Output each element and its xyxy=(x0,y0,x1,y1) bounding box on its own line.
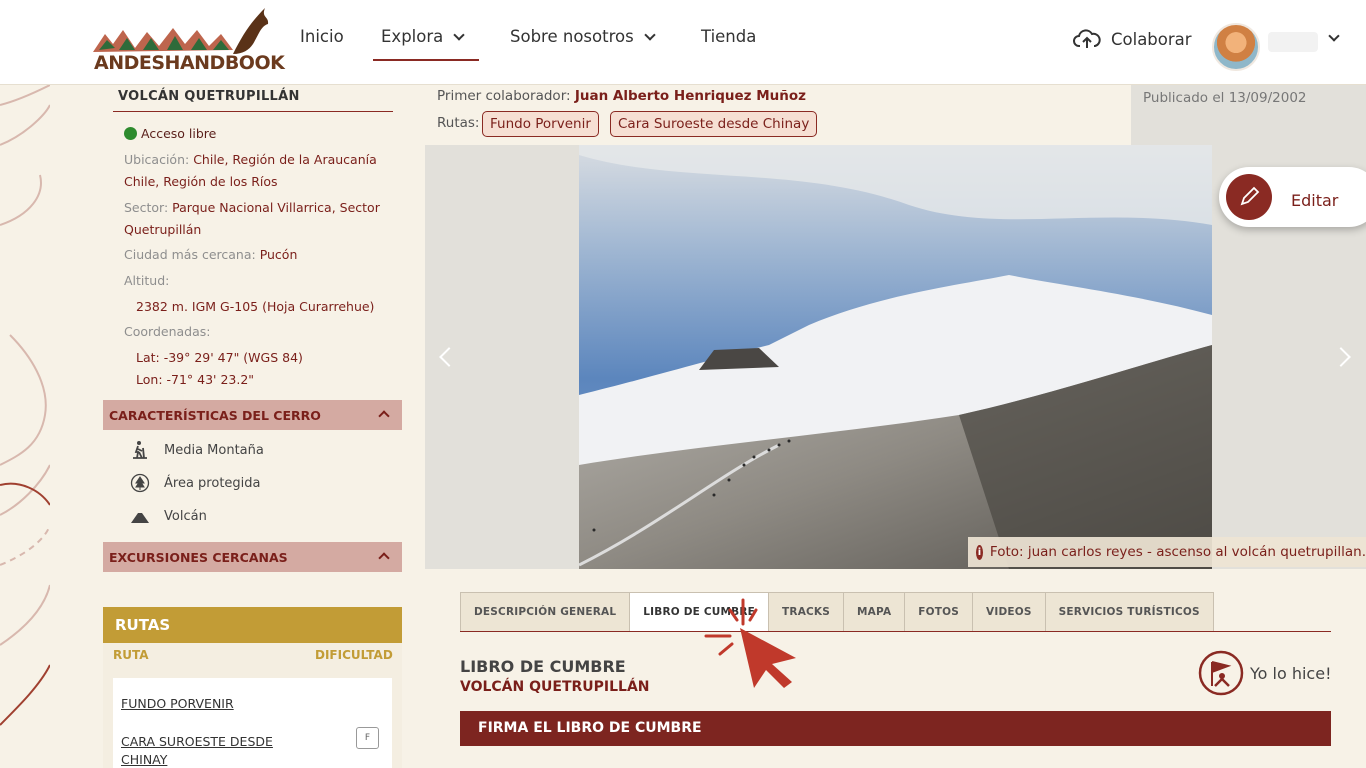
feature-label: Media Montaña xyxy=(164,442,264,458)
colaborador-line: Primer colaborador: Juan Alberto Henriqu… xyxy=(437,88,806,104)
ciudad-label: Ciudad más cercana: xyxy=(124,247,256,262)
hiker-icon xyxy=(133,441,147,459)
info-icon: i xyxy=(976,544,983,560)
tab-servicios-turisticos[interactable]: SERVICIOS TURÍSTICOS xyxy=(1044,592,1214,632)
route-chip-fundo-porvenir[interactable]: Fundo Porvenir xyxy=(482,111,599,137)
nav-sobre-nosotros[interactable]: Sobre nosotros xyxy=(510,27,656,46)
user-name-blurred[interactable] xyxy=(1268,32,1318,52)
caracteristicas-title: CARACTERÍSTICAS DEL CERRO xyxy=(109,408,321,423)
caption-text: Foto: juan carlos reyes - ascenso al vol… xyxy=(989,544,1366,560)
topographic-decoration xyxy=(0,85,50,726)
volcano-icon xyxy=(131,513,149,523)
longitude-value: Lon: -71° 43' 23.2" xyxy=(136,372,255,387)
pencil-icon xyxy=(1226,174,1272,220)
publicado-text: Publicado el 13/09/2002 xyxy=(1143,90,1307,106)
sector-label: Sector: xyxy=(124,200,169,215)
content-tabs: DESCRIPCIÓN GENERAL LIBRO DE CUMBRE TRAC… xyxy=(460,592,1214,632)
ruta-link-cara-suroeste-line1[interactable]: CARA SUROESTE DESDE xyxy=(121,733,273,751)
tab-videos[interactable]: VIDEOS xyxy=(972,592,1045,632)
feature-volcan: Volcán xyxy=(130,506,207,526)
nav-tienda-label: Tienda xyxy=(701,27,757,46)
acceso-status: Acceso libre xyxy=(124,126,216,141)
chevron-down-icon xyxy=(453,29,465,41)
ubicacion-value-2[interactable]: Chile, Región de los Ríos xyxy=(124,174,278,189)
nav-inicio-label: Inicio xyxy=(300,27,344,46)
sector-value-2[interactable]: Quetrupillán xyxy=(124,222,201,237)
dificultad-badge: F xyxy=(356,727,379,749)
site-header: ANDESHANDBOOK Inicio Explora Sobre nosot… xyxy=(0,0,1366,85)
altitud-label: Altitud: xyxy=(124,273,169,288)
user-avatar[interactable] xyxy=(1212,23,1260,71)
section-subtitle: VOLCÁN QUETRUPILLÁN xyxy=(460,679,650,695)
feature-area-protegida: Área protegida xyxy=(130,473,261,493)
col-dificultad: DIFICULTAD xyxy=(315,648,393,662)
chevron-up-icon xyxy=(378,410,390,422)
cloud-upload-icon xyxy=(1073,29,1101,48)
summit-flag-icon xyxy=(1198,650,1244,696)
click-cursor-icon xyxy=(704,598,796,688)
rutas-title: RUTAS xyxy=(115,616,171,634)
feature-label: Volcán xyxy=(164,508,207,524)
ubicacion-label: Ubicación: xyxy=(124,152,190,167)
rutas-header: RUTAS xyxy=(103,607,402,643)
feature-media-montana: Media Montaña xyxy=(130,440,264,460)
ubicacion-value-1[interactable]: Chile, Región de la Araucanía xyxy=(193,152,377,167)
tab-descripcion-general[interactable]: DESCRIPCIÓN GENERAL xyxy=(460,592,630,632)
sector-row: Sector: Parque Nacional Villarrica, Sect… xyxy=(124,200,380,215)
caracteristicas-accordion[interactable]: CARACTERÍSTICAS DEL CERRO xyxy=(103,400,402,430)
ciudad-row: Ciudad más cercana: Pucón xyxy=(124,247,297,262)
nav-tienda[interactable]: Tienda xyxy=(701,27,756,46)
nav-active-indicator xyxy=(373,59,479,61)
yo-lo-hice-button[interactable]: Yo lo hice! xyxy=(1198,650,1331,696)
user-menu-chevron-icon[interactable] xyxy=(1328,30,1340,42)
yolohice-label: Yo lo hice! xyxy=(1250,663,1332,683)
coordenadas-label: Coordenadas: xyxy=(124,324,210,339)
ruta-link-cara-suroeste-line2[interactable]: CHINAY xyxy=(121,751,167,768)
colaborar-button[interactable]: Colaborar xyxy=(1073,28,1192,50)
chevron-up-icon xyxy=(378,552,390,564)
ciudad-value[interactable]: Pucón xyxy=(260,247,298,262)
firma-label: FIRMA EL LIBRO DE CUMBRE xyxy=(478,720,702,736)
nav-explora-label: Explora xyxy=(381,27,444,46)
ruta-link-fundo-porvenir[interactable]: FUNDO PORVENIR xyxy=(121,695,234,713)
acceso-label: Acceso libre xyxy=(141,126,217,141)
coordenadas-label-text: Coordenadas: xyxy=(124,324,211,339)
colaborar-label: Colaborar xyxy=(1111,29,1192,49)
nav-inicio[interactable]: Inicio xyxy=(300,27,344,46)
feature-label: Área protegida xyxy=(164,475,261,491)
latitude-value: Lat: -39° 29' 47" (WGS 84) xyxy=(136,350,303,365)
chevron-down-icon xyxy=(644,29,656,41)
logo-text: ANDESHANDBOOK xyxy=(94,52,285,74)
excursiones-title: EXCURSIONES CERCANAS xyxy=(109,550,288,565)
tab-fotos[interactable]: FOTOS xyxy=(904,592,973,632)
firma-libro-button[interactable]: FIRMA EL LIBRO DE CUMBRE xyxy=(460,711,1331,746)
altitud-label-text: Altitud: xyxy=(124,273,170,288)
publication-box: Publicado el 13/09/2002 xyxy=(1131,85,1366,145)
tab-mapa[interactable]: MAPA xyxy=(843,592,905,632)
nav-sobre-label: Sobre nosotros xyxy=(510,27,634,46)
route-chip-cara-suroeste[interactable]: Cara Suroeste desde Chinay xyxy=(610,111,818,137)
nav-explora[interactable]: Explora xyxy=(381,27,465,46)
ubicacion-row: Ubicación: Chile, Región de la Araucanía xyxy=(124,152,377,167)
tabs-underline xyxy=(460,631,1331,632)
colaborador-name[interactable]: Juan Alberto Henriquez Muñoz xyxy=(575,88,806,104)
photo-caption: i Foto: juan carlos reyes - ascenso al v… xyxy=(968,537,1366,567)
sector-value-1[interactable]: Parque Nacional Villarrica, Sector xyxy=(172,200,380,215)
colaborador-label: Primer colaborador: xyxy=(437,88,571,104)
section-title: LIBRO DE CUMBRE xyxy=(460,657,626,676)
title-divider xyxy=(113,111,393,112)
mountain-photo[interactable] xyxy=(579,145,1212,569)
edit-button[interactable]: Editar xyxy=(1219,167,1366,227)
edit-label: Editar xyxy=(1291,191,1339,210)
tree-icon xyxy=(130,473,150,493)
mountain-title: VOLCÁN QUETRUPILLÁN xyxy=(118,89,300,104)
altitud-value: 2382 m. IGM G-105 (Hoja Curarrehue) xyxy=(136,299,375,314)
excursiones-accordion[interactable]: EXCURSIONES CERCANAS xyxy=(103,542,402,572)
green-dot-icon xyxy=(124,127,137,140)
col-ruta: RUTA xyxy=(113,648,149,662)
rutas-label: Rutas: xyxy=(437,115,480,131)
